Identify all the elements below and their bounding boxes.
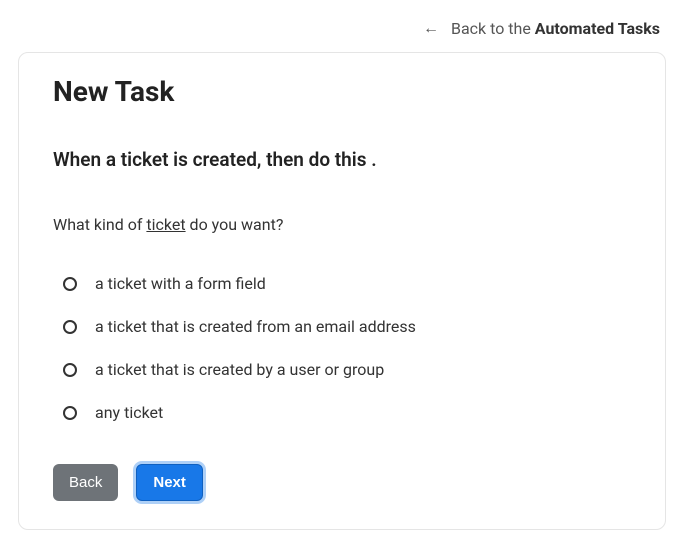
arrow-left-icon: ← <box>423 20 439 36</box>
back-link-prefix: Back to the <box>451 19 535 38</box>
option-label: a ticket that is created from an email a… <box>95 317 416 336</box>
rule-summary: When a ticket is created, then do this . <box>53 148 631 171</box>
page-title: New Task <box>53 75 631 108</box>
question-text: What kind of ticket do you want? <box>53 215 631 234</box>
wizard-buttons: Back Next <box>53 464 631 501</box>
option-any-ticket[interactable]: any ticket <box>63 391 631 434</box>
option-label: any ticket <box>95 403 163 422</box>
option-label: a ticket with a form field <box>95 274 266 293</box>
back-button[interactable]: Back <box>53 464 118 501</box>
radio-icon <box>63 320 77 334</box>
radio-icon <box>63 363 77 377</box>
option-label: a ticket that is created by a user or gr… <box>95 360 384 379</box>
option-form-field[interactable]: a ticket with a form field <box>63 262 631 305</box>
question-pre: What kind of <box>53 215 146 234</box>
breadcrumb-back: ← Back to the Automated Tasks <box>0 0 684 48</box>
radio-icon <box>63 277 77 291</box>
next-button[interactable]: Next <box>136 464 203 501</box>
question-post: do you want? <box>186 215 284 234</box>
back-to-automated-tasks-link[interactable]: ← Back to the Automated Tasks <box>423 19 660 38</box>
radio-icon <box>63 406 77 420</box>
back-link-text: Back to the Automated Tasks <box>451 19 660 38</box>
new-task-card: New Task When a ticket is created, then … <box>18 52 666 530</box>
back-link-bold: Automated Tasks <box>535 19 660 38</box>
options-list: a ticket with a form field a ticket that… <box>63 262 631 434</box>
question-key: ticket <box>146 215 185 234</box>
option-email-address[interactable]: a ticket that is created from an email a… <box>63 305 631 348</box>
option-user-or-group[interactable]: a ticket that is created by a user or gr… <box>63 348 631 391</box>
